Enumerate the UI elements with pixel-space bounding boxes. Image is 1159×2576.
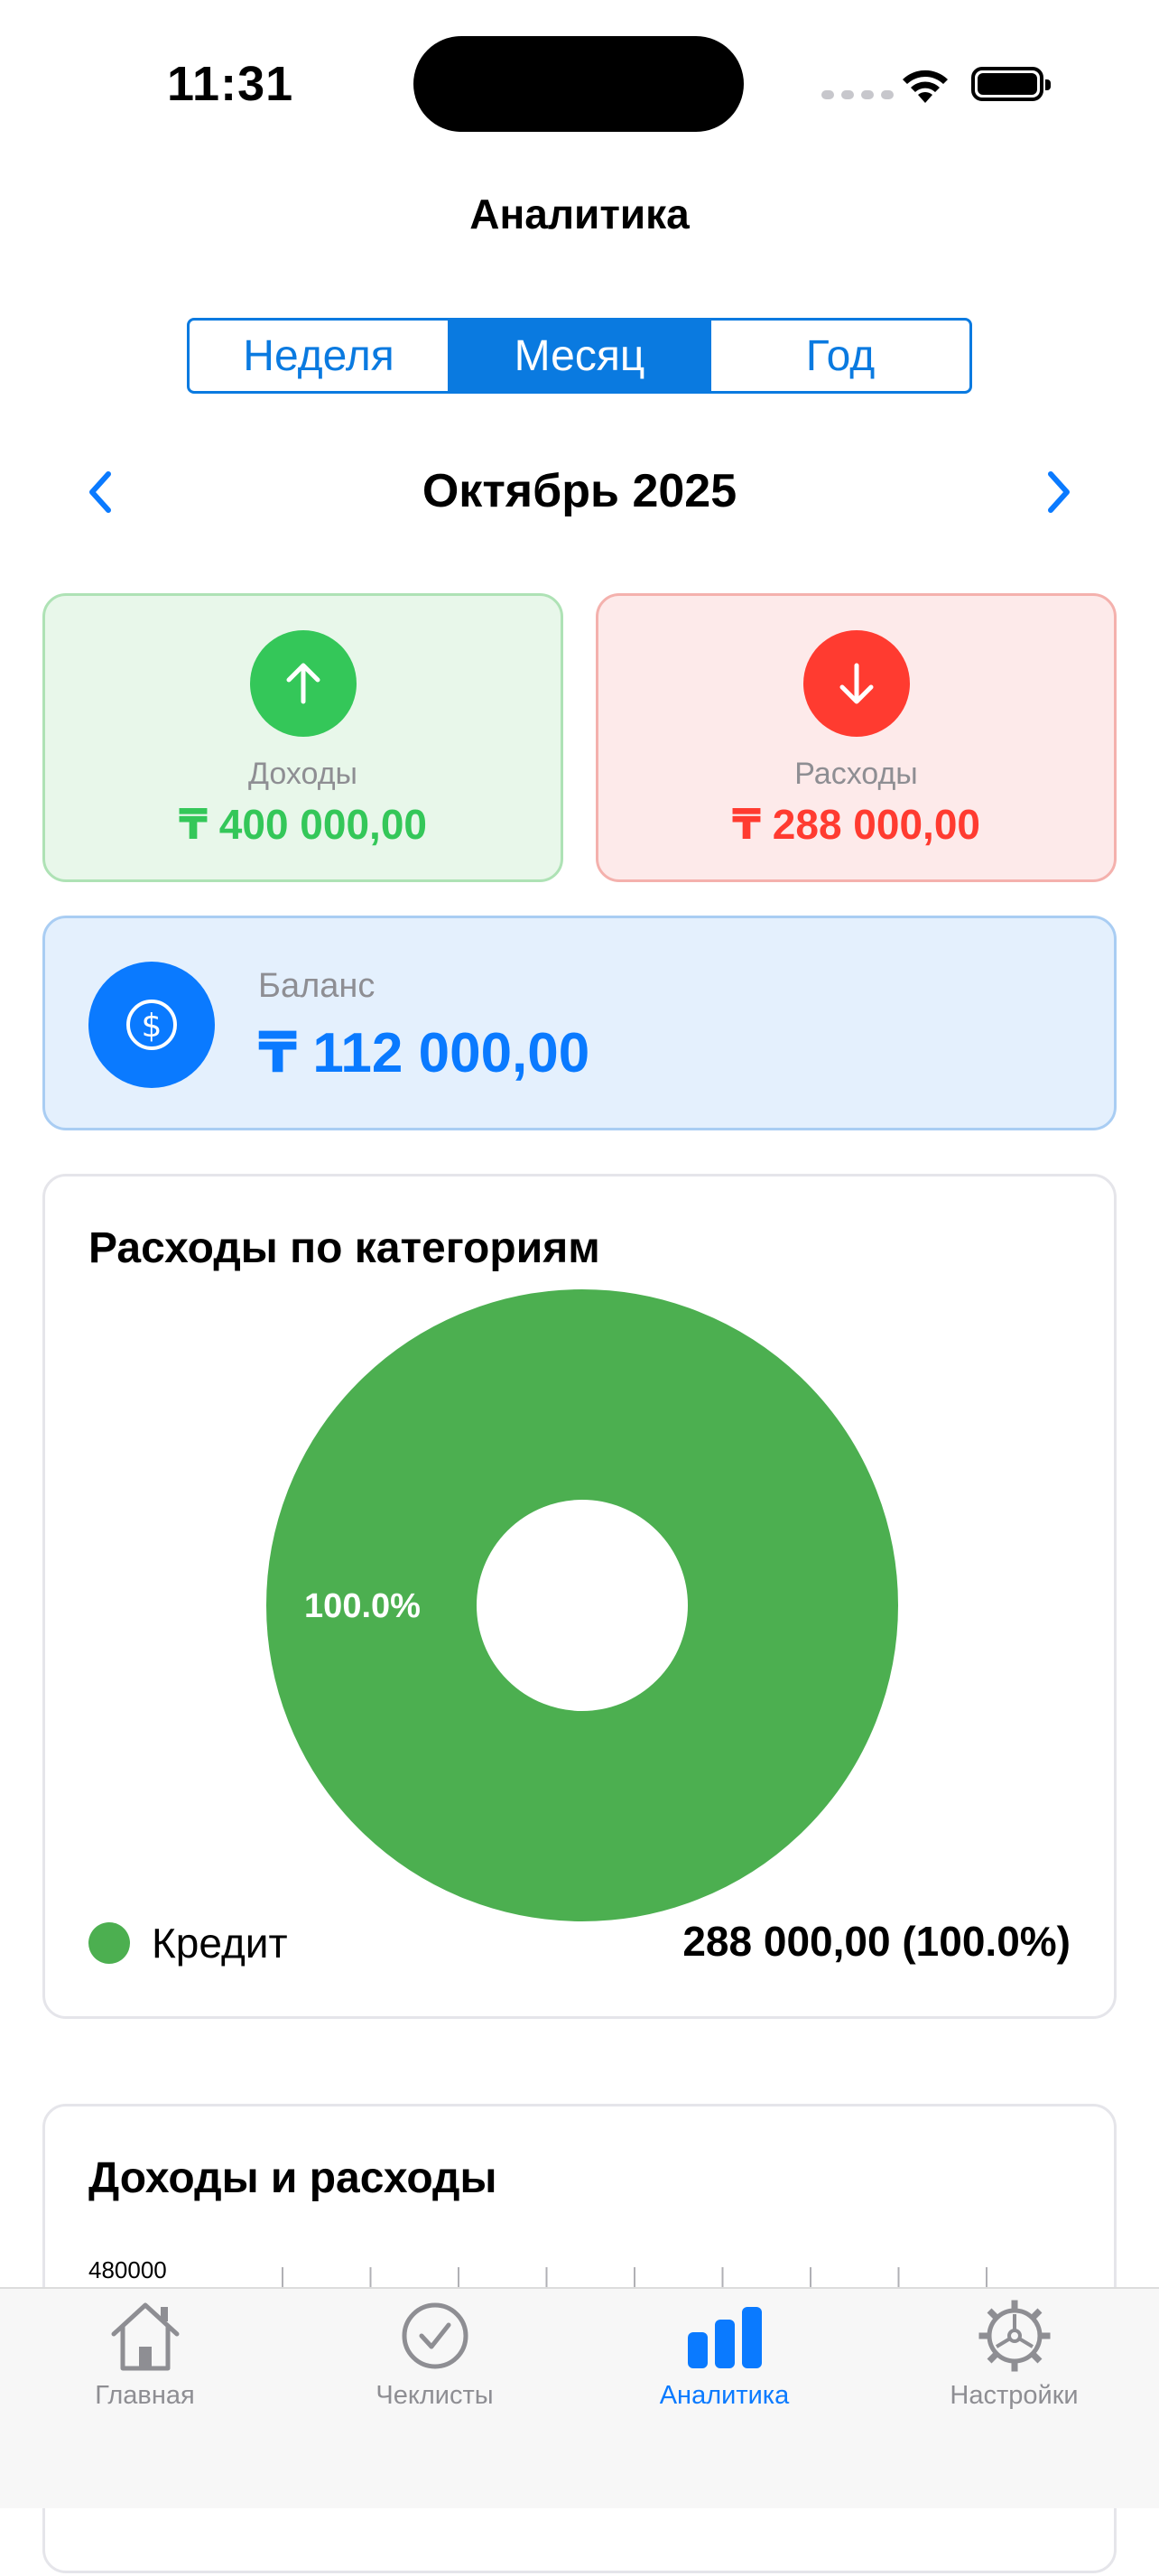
- tab-home[interactable]: Главная: [0, 2289, 290, 2424]
- expense-card: Расходы ₸ 288 000,00: [596, 593, 1117, 882]
- svg-text:$: $: [142, 1008, 162, 1045]
- segment-year[interactable]: Год: [711, 321, 969, 391]
- balance-label: Баланс: [258, 967, 376, 1005]
- donut-slice-label-0: 100.0%: [304, 1587, 421, 1625]
- legend-dot-credit: [88, 1922, 130, 1964]
- chart-bar-icon: [687, 2307, 762, 2368]
- balance-value: ₸ 112 000,00: [258, 1022, 590, 1084]
- page-title: Аналитика: [469, 191, 690, 237]
- month-label: Октябрь 2025: [422, 465, 737, 517]
- wifi-icon: [903, 70, 948, 103]
- legend-value-credit: 288 000,00 (100.0%): [682, 1918, 1071, 1965]
- dollar-circle-icon: $: [88, 962, 215, 1088]
- cellular-signal-icon: [821, 90, 894, 99]
- expense-value: ₸ 288 000,00: [731, 801, 980, 848]
- chevron-right-icon[interactable]: [1031, 465, 1085, 519]
- income-value: ₸ 400 000,00: [178, 801, 427, 848]
- arrow-down-icon: [802, 630, 910, 737]
- checkmark-circle-icon: [402, 2302, 468, 2369]
- income-label: Доходы: [248, 757, 357, 791]
- status-time: 11:31: [167, 57, 294, 111]
- donut-slice-0: [266, 1289, 898, 1921]
- period-segmented-control[interactable]: Неделя Месяц Год: [187, 318, 972, 394]
- category-chart-title: Расходы по категориям: [88, 1224, 600, 1272]
- tab-analytics[interactable]: Аналитика: [580, 2289, 869, 2424]
- category-chart-card: Расходы по категориям 100.0% Кредит 288 …: [42, 1174, 1117, 2019]
- tab-settings-label: Настройки: [950, 2381, 1079, 2410]
- tab-home-label: Главная: [95, 2381, 195, 2410]
- tab-checklists[interactable]: Чеклисты: [290, 2289, 580, 2424]
- tab-settings[interactable]: Настройки: [869, 2289, 1159, 2424]
- battery-icon: [971, 67, 1051, 101]
- category-donut-chart: 100.0%: [266, 1289, 898, 1921]
- segment-month[interactable]: Месяц: [450, 321, 711, 391]
- segment-week[interactable]: Неделя: [190, 321, 450, 391]
- tab-bar: Главная Чеклисты Аналитика Настройки: [0, 2287, 1159, 2508]
- expense-label: Расходы: [794, 757, 918, 791]
- tab-checklists-label: Чеклисты: [376, 2381, 494, 2410]
- balance-card: $ Баланс ₸ 112 000,00: [42, 916, 1117, 1130]
- dynamic-island: [413, 36, 744, 132]
- house-icon: [111, 2302, 179, 2371]
- legend-name-credit: Кредит: [152, 1920, 288, 1967]
- arrow-up-icon: [249, 630, 357, 737]
- gear-icon: [978, 2300, 1050, 2372]
- income-card: Доходы ₸ 400 000,00: [42, 593, 563, 882]
- tab-analytics-label: Аналитика: [659, 2381, 790, 2410]
